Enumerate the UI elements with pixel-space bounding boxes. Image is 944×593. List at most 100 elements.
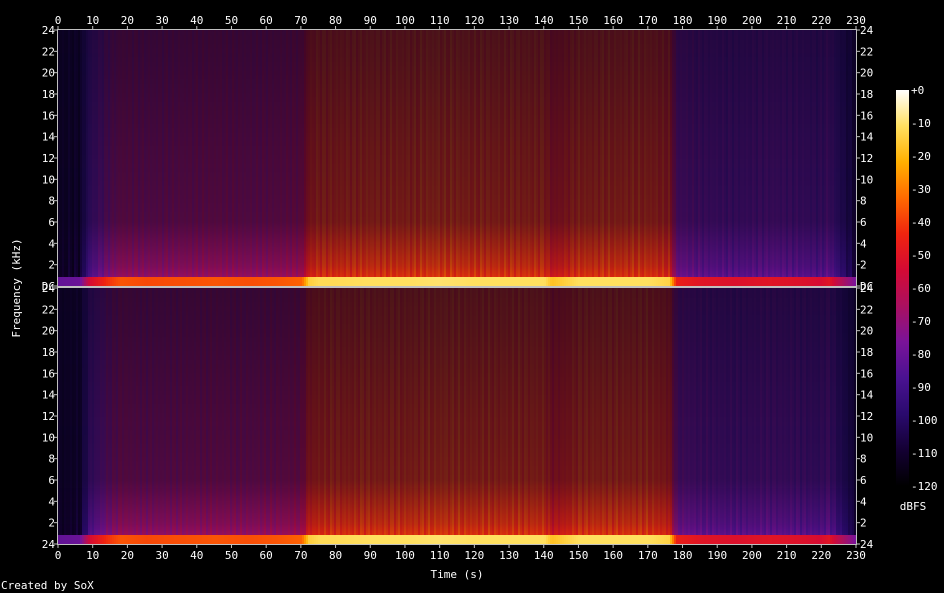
spectrogram-column — [388, 30, 390, 286]
spectrogram-column — [844, 288, 846, 544]
low-frequency-band — [772, 277, 774, 286]
low-frequency-band — [306, 535, 308, 544]
colorbar-tick-label: -110 — [911, 447, 938, 460]
spectrogram-column — [718, 288, 720, 544]
spectrogram-column — [178, 288, 180, 544]
low-frequency-band — [400, 277, 402, 286]
spectrogram-column — [810, 288, 812, 544]
low-frequency-band — [64, 535, 66, 544]
spectrogram-column — [830, 30, 832, 286]
spectrogram-column — [382, 288, 384, 544]
low-frequency-band — [476, 535, 478, 544]
x-tick-label-bottom: 230 — [846, 549, 866, 562]
low-frequency-band — [456, 535, 458, 544]
spectrogram-column — [382, 30, 384, 286]
spectrogram-column — [406, 288, 408, 544]
spectrogram-column — [280, 288, 282, 544]
spectrogram-column — [708, 30, 710, 286]
low-frequency-band — [358, 535, 360, 544]
x-tick-label-bottom: 90 — [364, 549, 377, 562]
spectrogram-column — [156, 288, 158, 544]
low-frequency-band — [102, 277, 104, 286]
low-frequency-band — [438, 535, 440, 544]
x-tick-label-top: 180 — [673, 14, 693, 27]
spectrogram-column — [142, 30, 144, 286]
low-frequency-band — [278, 277, 280, 286]
spectrogram-column — [378, 288, 380, 544]
low-frequency-band — [146, 535, 148, 544]
low-frequency-band — [376, 277, 378, 286]
spectrogram-column — [802, 30, 804, 286]
low-frequency-band — [574, 535, 576, 544]
spectrogram-column — [612, 30, 614, 286]
spectrogram-column — [748, 30, 750, 286]
spectrogram-column — [784, 30, 786, 286]
spectrogram-column — [244, 30, 246, 286]
low-frequency-band — [746, 535, 748, 544]
spectrogram-column — [314, 288, 316, 544]
low-frequency-band — [314, 277, 316, 286]
low-frequency-band — [744, 535, 746, 544]
spectrogram-column — [524, 288, 526, 544]
spectrogram-column — [264, 288, 266, 544]
low-frequency-band — [602, 277, 604, 286]
spectrogram-column — [708, 288, 710, 544]
spectrogram-column — [226, 288, 228, 544]
spectrogram-column — [810, 30, 812, 286]
low-frequency-band — [672, 535, 674, 544]
low-frequency-band — [112, 535, 114, 544]
spectrogram-column — [668, 288, 670, 544]
low-frequency-band — [234, 277, 236, 286]
low-frequency-band — [664, 535, 666, 544]
x-tick-label-bottom: 10 — [86, 549, 99, 562]
spectrogram-column — [610, 30, 612, 286]
low-frequency-band — [84, 277, 86, 286]
spectrogram-column — [804, 30, 806, 286]
spectrogram-column — [676, 30, 678, 286]
low-frequency-band — [582, 277, 584, 286]
low-frequency-band — [652, 277, 654, 286]
low-frequency-band — [598, 535, 600, 544]
low-frequency-band — [122, 535, 124, 544]
low-frequency-band — [594, 535, 596, 544]
low-frequency-band — [488, 277, 490, 286]
low-frequency-band — [662, 277, 664, 286]
spectrogram-column — [616, 30, 618, 286]
y-tick-label-left: 4 — [48, 495, 55, 508]
low-frequency-band — [608, 277, 610, 286]
low-frequency-band — [396, 277, 398, 286]
spectrogram-column — [372, 288, 374, 544]
x-tick-label-bottom: 180 — [673, 549, 693, 562]
low-frequency-band — [246, 277, 248, 286]
x-tick-label-bottom: 120 — [464, 549, 484, 562]
spectrogram-column — [392, 288, 394, 544]
spectrogram-column — [628, 30, 630, 286]
low-frequency-band — [786, 535, 788, 544]
spectrogram-column — [544, 30, 546, 286]
spectrogram-column — [540, 30, 542, 286]
spectrogram-column — [246, 30, 248, 286]
spectrogram-column — [572, 30, 574, 286]
low-frequency-band — [512, 535, 514, 544]
low-frequency-band — [584, 277, 586, 286]
spectrogram-column — [58, 30, 60, 286]
low-frequency-band — [276, 535, 278, 544]
x-tick-label-bottom: 70 — [294, 549, 307, 562]
spectrogram-column — [150, 30, 152, 286]
spectrogram-column — [162, 288, 164, 544]
low-frequency-band — [502, 535, 504, 544]
low-frequency-band — [628, 535, 630, 544]
low-frequency-band — [572, 535, 574, 544]
low-frequency-band — [358, 277, 360, 286]
low-frequency-band — [660, 277, 662, 286]
credit-text: Created by SoX — [1, 579, 94, 592]
low-frequency-band — [610, 277, 612, 286]
low-frequency-band — [524, 277, 526, 286]
x-tick-label-bottom: 30 — [155, 549, 168, 562]
low-frequency-band — [546, 277, 548, 286]
spectrogram-column — [718, 30, 720, 286]
low-frequency-band — [300, 535, 302, 544]
low-frequency-band — [792, 535, 794, 544]
spectrogram-column — [664, 288, 666, 544]
low-frequency-band — [692, 277, 694, 286]
